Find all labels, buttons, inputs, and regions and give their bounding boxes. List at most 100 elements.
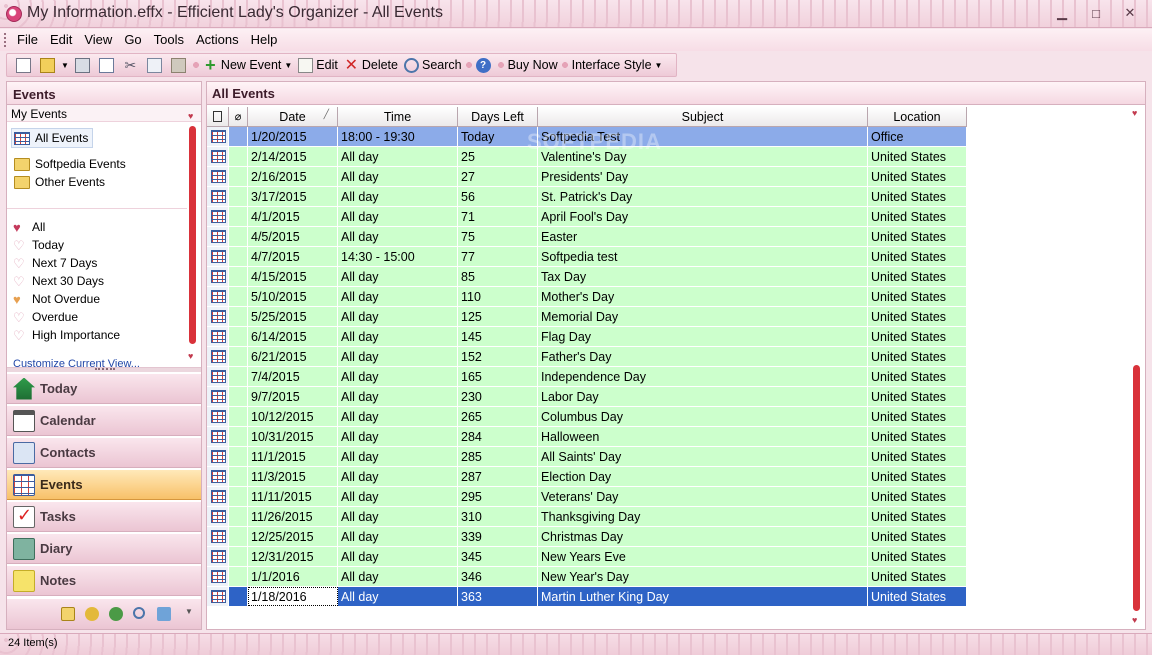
table-row[interactable]: 11/26/2015 All day 310 Thanksgiving Day Unit… [207, 507, 967, 527]
delete-button[interactable]: ✕ Delete [341, 55, 401, 75]
menu-tools[interactable]: Tools [148, 32, 190, 47]
nav-footer: ▼ [7, 599, 201, 629]
table-row[interactable]: 4/5/2015 All day 75 Easter United States [207, 227, 967, 247]
left-scrollbar[interactable]: ♥ ♥ [188, 112, 197, 362]
column-time-header[interactable]: Time [338, 107, 458, 126]
filter-today[interactable]: ♡ Today [13, 238, 64, 252]
table-row[interactable]: 3/17/2015 All day 56 St. Patrick's Day Unite… [207, 187, 967, 207]
nav-diary[interactable]: Diary [7, 533, 201, 564]
right-scrollbar[interactable]: ♥ ♥ [1132, 109, 1141, 625]
cut-button[interactable]: ✂ [120, 55, 144, 75]
edit-button[interactable]: Edit [295, 55, 341, 75]
table-row[interactable]: 4/7/2015 14:30 - 15:00 77 Softpedia test Uni… [207, 247, 967, 267]
column-date-header[interactable]: Date [248, 107, 338, 126]
filter-next-7-days[interactable]: ♡ Next 7 Days [13, 256, 97, 270]
table-row[interactable]: 12/31/2015 All day 345 New Years Eve United … [207, 547, 967, 567]
column-subject-header[interactable]: Subject [538, 107, 868, 126]
nav-tasks[interactable]: Tasks [7, 501, 201, 532]
scroll-thumb[interactable] [1133, 365, 1140, 611]
table-row[interactable]: 2/16/2015 All day 27 Presidents' Day United … [207, 167, 967, 187]
pane-splitter[interactable] [7, 368, 201, 372]
table-row[interactable]: 10/12/2015 All day 265 Columbus Day United S… [207, 407, 967, 427]
nav-calendar[interactable]: Calendar [7, 405, 201, 436]
new-event-label: New Event [220, 58, 282, 72]
column-location-header[interactable]: Location [868, 107, 967, 126]
sync-icon[interactable] [157, 607, 171, 621]
close-button[interactable]: ✕ [1114, 4, 1146, 22]
table-row[interactable]: 5/25/2015 All day 125 Memorial Day United St… [207, 307, 967, 327]
column-days-left-header[interactable]: Days Left [458, 107, 538, 126]
filter-next-30-days[interactable]: ♡ Next 30 Days [13, 274, 104, 288]
table-row[interactable]: 10/31/2015 All day 284 Halloween United Stat… [207, 427, 967, 447]
time-cell: All day [338, 207, 458, 226]
status-bar: 24 Item(s) [0, 633, 1152, 655]
column-attachment-header[interactable]: ⌀ [229, 107, 248, 126]
menu-file[interactable]: File [11, 32, 44, 47]
tree-item-softpedia-events[interactable]: Softpedia Events [14, 157, 126, 171]
tree-item-other-events[interactable]: Other Events [14, 175, 105, 189]
table-row[interactable]: 1/18/2016 All day 363 Martin Luther King Da… [207, 587, 967, 607]
app-icon[interactable] [6, 6, 22, 22]
column-type-header[interactable] [207, 107, 229, 126]
attachment-cell [229, 467, 248, 486]
help-button[interactable]: ? [473, 55, 497, 75]
table-row[interactable]: 11/3/2015 All day 287 Election Day United St… [207, 467, 967, 487]
time-cell: All day [338, 367, 458, 386]
location-cell: United States [868, 207, 967, 226]
scroll-down-icon[interactable]: ♥ [1132, 616, 1137, 625]
menu-grip[interactable] [4, 33, 7, 47]
table-row[interactable]: 4/15/2015 All day 85 Tax Day United States [207, 267, 967, 287]
scroll-down-icon[interactable]: ♥ [188, 352, 193, 361]
print-preview-button[interactable] [96, 55, 120, 75]
my-events-section[interactable]: My Events [7, 105, 201, 122]
menu-help[interactable]: Help [245, 32, 284, 47]
globe-icon[interactable] [109, 607, 123, 621]
filter-high-importance[interactable]: ♡ High Importance [13, 328, 120, 342]
menu-edit[interactable]: Edit [44, 32, 78, 47]
table-row[interactable]: 6/21/2015 All day 152 Father's Day United St… [207, 347, 967, 367]
nav-today[interactable]: Today [7, 373, 201, 404]
table-row[interactable]: 5/10/2015 All day 110 Mother's Day United St… [207, 287, 967, 307]
minimize-button[interactable]: ▁ [1046, 4, 1078, 22]
filter-not-overdue[interactable]: ♥ Not Overdue [13, 292, 100, 306]
table-row[interactable]: 12/25/2015 All day 339 Christmas Day United … [207, 527, 967, 547]
copy-button[interactable] [144, 55, 168, 75]
menu-items: File Edit View Go Tools Actions Help [11, 32, 283, 47]
print-button[interactable] [72, 55, 96, 75]
table-row[interactable]: 4/1/2015 All day 71 April Fool's Day United … [207, 207, 967, 227]
nav-contacts[interactable]: Contacts [7, 437, 201, 468]
paste-button[interactable] [168, 55, 192, 75]
open-button[interactable]: ▼ [37, 55, 72, 75]
heart-separator-icon [192, 61, 199, 69]
scroll-up-icon[interactable]: ♥ [188, 112, 193, 121]
scroll-up-icon[interactable]: ♥ [1132, 109, 1137, 118]
new-event-button[interactable]: + New Event ▼ [200, 55, 295, 75]
new-file-button[interactable] [13, 55, 37, 75]
menu-go[interactable]: Go [118, 32, 147, 47]
table-row[interactable]: 6/14/2015 All day 145 Flag Day United States [207, 327, 967, 347]
nav-events[interactable]: Events [7, 469, 201, 500]
interface-style-button[interactable]: Interface Style ▼ [569, 55, 666, 75]
subject-cell: Father's Day [538, 347, 868, 366]
scroll-thumb[interactable] [189, 126, 196, 344]
maximize-button[interactable]: □ [1080, 4, 1112, 22]
table-row[interactable]: 9/7/2015 All day 230 Labor Day United States [207, 387, 967, 407]
chevron-down-icon[interactable]: ▼ [185, 607, 193, 616]
tree-item-all-events[interactable]: All Events [11, 128, 93, 148]
event-type-cell [207, 227, 229, 246]
menu-view[interactable]: View [78, 32, 118, 47]
attachment-cell [229, 187, 248, 206]
key-icon[interactable] [85, 607, 99, 621]
search-button[interactable]: Search [401, 55, 465, 75]
filter-overdue[interactable]: ♡ Overdue [13, 310, 78, 324]
table-row[interactable]: 1/1/2016 All day 346 New Year's Day United S… [207, 567, 967, 587]
table-row[interactable]: 7/4/2015 All day 165 Independence Day United… [207, 367, 967, 387]
filter-all[interactable]: ♥ All [13, 220, 45, 234]
table-row[interactable]: 11/11/2015 All day 295 Veterans' Day United … [207, 487, 967, 507]
table-row[interactable]: 11/1/2015 All day 285 All Saints' Day United… [207, 447, 967, 467]
nav-notes[interactable]: Notes [7, 565, 201, 596]
file-icon[interactable] [61, 607, 75, 621]
search-icon[interactable] [133, 607, 145, 619]
menu-actions[interactable]: Actions [190, 32, 245, 47]
buy-now-button[interactable]: Buy Now [505, 55, 561, 75]
